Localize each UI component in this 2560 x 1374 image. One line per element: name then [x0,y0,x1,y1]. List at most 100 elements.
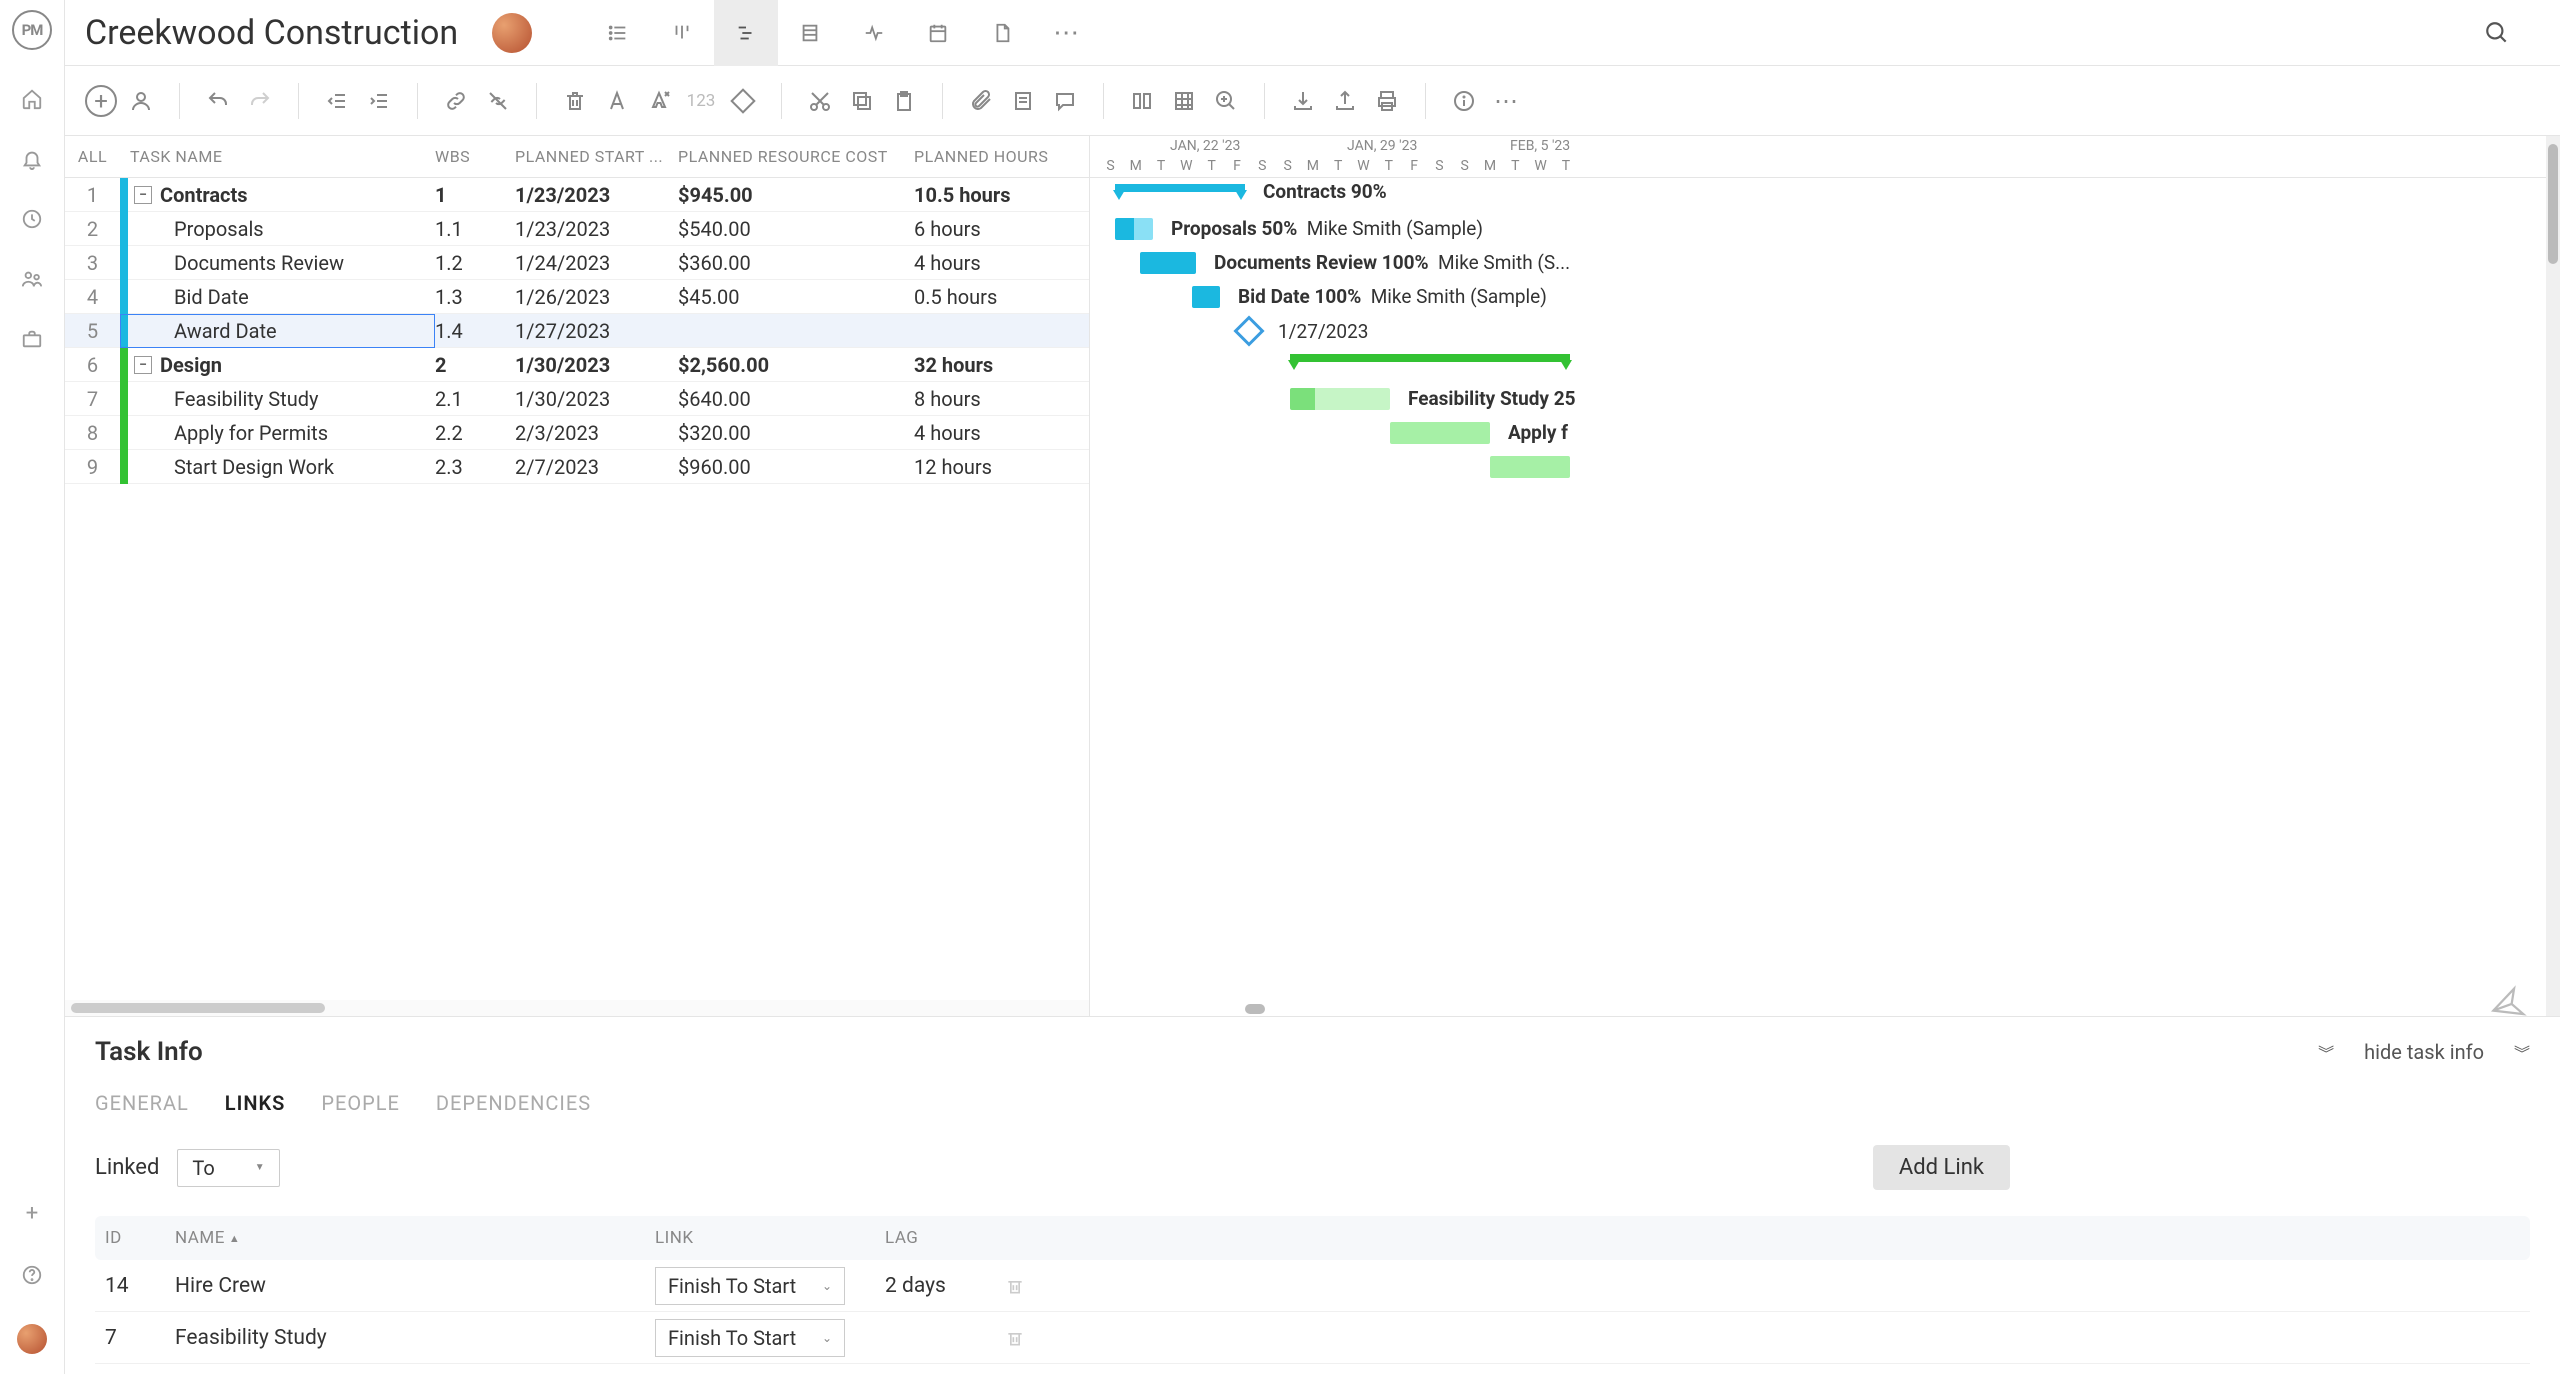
cell-cost[interactable]: $540.00 [678,217,914,241]
cell-cost[interactable]: $960.00 [678,455,914,479]
assign-icon[interactable] [123,83,159,119]
cell-hours[interactable]: 32 hours [914,353,1084,377]
view-board-icon[interactable] [650,0,714,66]
zoom-icon[interactable] [1208,83,1244,119]
cell-task-name[interactable]: Documents Review [120,246,435,280]
clear-format-icon[interactable] [641,83,677,119]
table-row[interactable]: 7 Feasibility Study 2.1 1/30/2023 $640.0… [65,382,1089,416]
cell-hours[interactable]: 8 hours [914,387,1084,411]
cell-task-name[interactable]: Feasibility Study [120,382,435,416]
view-sheet-icon[interactable] [778,0,842,66]
gantt-task-bar[interactable] [1290,388,1390,410]
cell-wbs[interactable]: 1 [435,183,515,207]
cell-start[interactable]: 1/30/2023 [515,353,678,377]
grid-h-scrollbar[interactable] [65,1000,1089,1016]
links-col-id[interactable]: ID [105,1228,175,1248]
cell-hours[interactable]: 6 hours [914,217,1084,241]
links-col-lag[interactable]: LAG [885,1228,1005,1248]
view-file-icon[interactable] [970,0,1034,66]
attach-icon[interactable] [963,83,999,119]
tab-general[interactable]: GENERAL [95,1091,189,1115]
cell-wbs[interactable]: 1.2 [435,251,515,275]
cell-cost[interactable]: $945.00 [678,183,914,207]
trash-icon[interactable] [557,83,593,119]
cell-cost[interactable]: $2,560.00 [678,353,914,377]
gantt-task-bar[interactable] [1140,252,1196,274]
info-icon[interactable] [1446,83,1482,119]
view-more-icon[interactable]: ⋯ [1034,0,1098,66]
col-wbs[interactable]: WBS [435,147,515,166]
cell-wbs[interactable]: 1.1 [435,217,515,241]
table-row[interactable]: 4 Bid Date 1.3 1/26/2023 $45.00 0.5 hour… [65,280,1089,314]
col-task-name[interactable]: TASK NAME [120,147,435,166]
cell-start[interactable]: 1/26/2023 [515,285,678,309]
chevron-down-double-icon[interactable]: ︾ [2514,1040,2530,1064]
add-link-button[interactable]: Add Link [1873,1145,2010,1190]
bell-icon[interactable] [21,148,43,170]
gantt-summary-bar[interactable] [1290,354,1570,362]
copy-icon[interactable] [844,83,880,119]
app-logo[interactable]: PM [12,10,52,50]
cell-hours[interactable]: 10.5 hours [914,183,1084,207]
col-planned-hours[interactable]: PLANNED HOURS [914,147,1084,166]
comment-icon[interactable] [1047,83,1083,119]
user-avatar[interactable] [17,1324,47,1354]
view-activity-icon[interactable] [842,0,906,66]
view-gantt-icon[interactable] [714,0,778,66]
table-row[interactable]: 5 Award Date 1.4 1/27/2023 [65,314,1089,348]
gantt-task-bar[interactable] [1490,456,1570,478]
gantt-v-scrollbar[interactable] [2546,136,2560,1016]
gantt-summary-bar[interactable] [1115,184,1245,192]
col-all[interactable]: ALL [65,147,120,166]
delete-link-icon[interactable] [1005,1328,1045,1348]
cell-cost[interactable]: $360.00 [678,251,914,275]
table-row[interactable]: 2 Proposals 1.1 1/23/2023 $540.00 6 hour… [65,212,1089,246]
cell-wbs[interactable]: 2 [435,353,515,377]
project-owner-avatar[interactable] [492,13,532,53]
table-row[interactable]: 3 Documents Review 1.2 1/24/2023 $360.00… [65,246,1089,280]
gantt-chart[interactable]: JAN, 22 '23JAN, 29 '23FEB, 5 '23SMTWTFSS… [1090,136,2560,1016]
link-type-select[interactable]: Finish To Start⌄ [655,1267,845,1305]
cell-start[interactable]: 1/27/2023 [515,319,678,343]
chevron-down-double-icon[interactable]: ︾ [2318,1040,2334,1064]
text-style-icon[interactable] [599,83,635,119]
home-icon[interactable] [21,88,43,110]
export-icon[interactable] [1327,83,1363,119]
indent-icon[interactable] [361,83,397,119]
cell-wbs[interactable]: 1.3 [435,285,515,309]
table-row[interactable]: 8 Apply for Permits 2.2 2/3/2023 $320.00… [65,416,1089,450]
col-planned-start[interactable]: PLANNED START ... [515,147,678,166]
link-icon[interactable] [438,83,474,119]
tab-people[interactable]: PEOPLE [321,1091,400,1115]
cell-cost[interactable]: $320.00 [678,421,914,445]
notes-icon[interactable] [1005,83,1041,119]
collapse-icon[interactable]: − [134,356,152,374]
plus-icon[interactable]: + [26,1201,38,1226]
cell-wbs[interactable]: 2.3 [435,455,515,479]
outdent-icon[interactable] [319,83,355,119]
help-icon[interactable] [21,1264,43,1286]
print-icon[interactable] [1369,83,1405,119]
cell-task-name[interactable]: Proposals [120,212,435,246]
cell-hours[interactable]: 4 hours [914,421,1084,445]
cell-start[interactable]: 1/23/2023 [515,217,678,241]
hide-task-info-link[interactable]: hide task info [2364,1040,2484,1064]
undo-icon[interactable] [200,83,236,119]
cell-start[interactable]: 2/3/2023 [515,421,678,445]
cell-start[interactable]: 1/24/2023 [515,251,678,275]
numbers-icon[interactable]: 123 [683,83,719,119]
cell-start[interactable]: 2/7/2023 [515,455,678,479]
cell-start[interactable]: 1/30/2023 [515,387,678,411]
links-col-link[interactable]: LINK [655,1228,885,1248]
cell-task-name[interactable]: Start Design Work [120,450,435,484]
tab-links[interactable]: LINKS [225,1091,286,1115]
link-row[interactable]: 14 Hire Crew Finish To Start⌄ 2 days [95,1260,2530,1312]
add-task-icon[interactable]: + [85,85,117,117]
delete-link-icon[interactable] [1005,1276,1045,1296]
import-icon[interactable] [1285,83,1321,119]
table-row[interactable]: 9 Start Design Work 2.3 2/7/2023 $960.00… [65,450,1089,484]
cell-wbs[interactable]: 1.4 [435,319,515,343]
link-row[interactable]: 7 Feasibility Study Finish To Start⌄ [95,1312,2530,1364]
paste-icon[interactable] [886,83,922,119]
unlink-icon[interactable] [480,83,516,119]
